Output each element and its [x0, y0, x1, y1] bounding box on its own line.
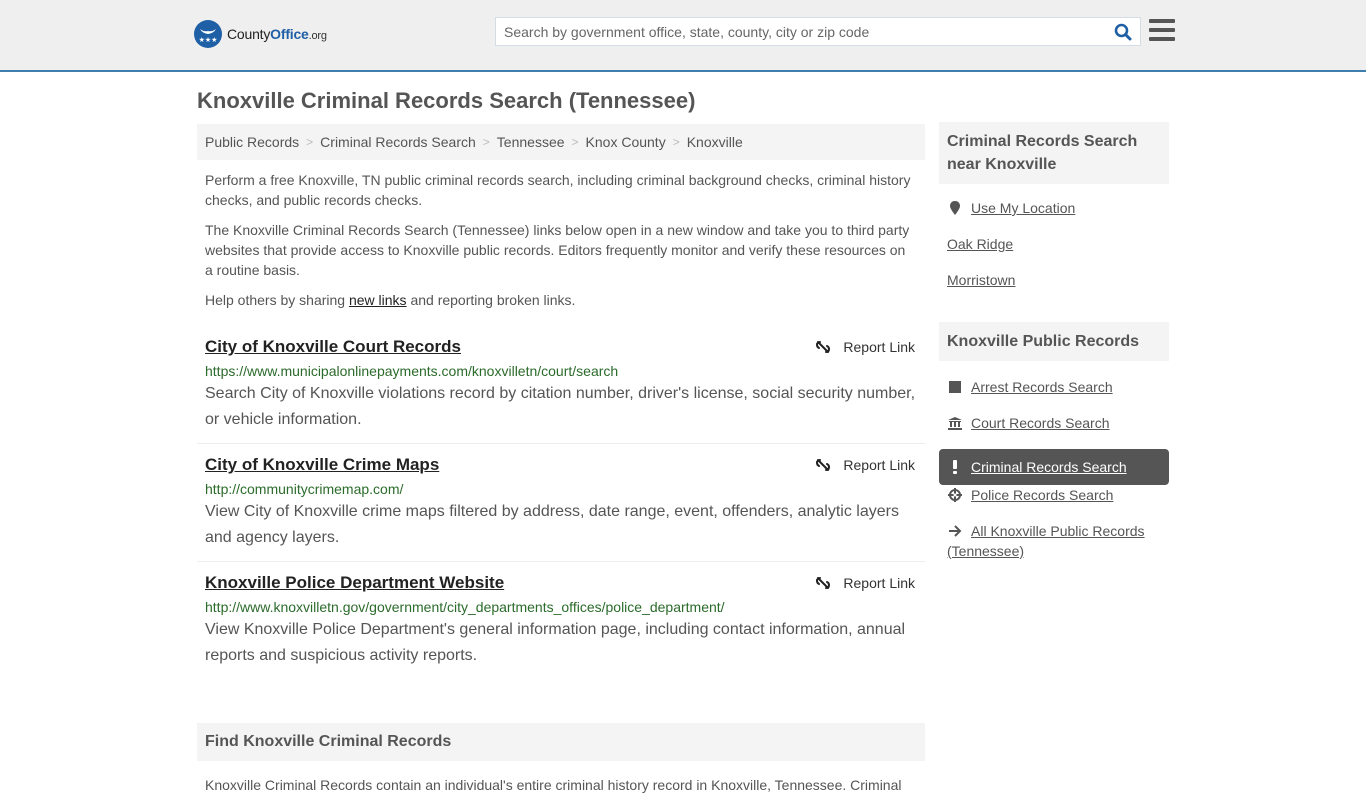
report-link-button[interactable]: Report Link — [815, 339, 915, 355]
result-title-link[interactable]: City of Knoxville Court Records — [205, 336, 461, 358]
results-list: City of Knoxville Court Records Report L… — [197, 326, 925, 679]
public-records-heading: Knoxville Public Records — [939, 322, 1169, 361]
search-button[interactable] — [1106, 18, 1140, 45]
sidebar-item-police-records[interactable]: Police Records Search — [939, 485, 1169, 521]
result-item: City of Knoxville Court Records Report L… — [197, 326, 925, 444]
sidebar: Criminal Records Search near Knoxville U… — [939, 122, 1169, 561]
breadcrumb-separator: > — [306, 135, 314, 149]
page-title: Knoxville Criminal Records Search (Tenne… — [197, 88, 696, 113]
sidebar-item-criminal-records[interactable]: Criminal Records Search — [939, 449, 1169, 485]
intro: Perform a free Knoxville, TN public crim… — [197, 170, 925, 310]
map-marker-icon — [947, 198, 963, 218]
main-content: Public Records > Criminal Records Search… — [197, 124, 925, 795]
result-url: http://www.knoxvilletn.gov/government/ci… — [205, 599, 725, 615]
search-icon — [1114, 23, 1132, 40]
svg-text:★★★: ★★★ — [199, 36, 218, 44]
share-paragraph: Help others by sharing new links and rep… — [205, 292, 576, 308]
broken-link-icon — [816, 459, 831, 471]
sidebar-item-morristown[interactable]: Morristown — [939, 270, 1169, 306]
hamburger-menu-icon[interactable] — [1149, 19, 1175, 43]
logo-name: County — [227, 26, 271, 42]
breadcrumb-separator: > — [672, 135, 680, 149]
arrow-right-icon — [947, 521, 963, 541]
search-input[interactable] — [496, 18, 1106, 45]
breadcrumb-knoxville[interactable]: Knoxville — [687, 134, 743, 150]
public-records-list: Arrest Records Search Court Records Sear… — [939, 377, 1169, 561]
result-description: Search City of Knoxville violations reco… — [205, 385, 916, 428]
breadcrumb-public-records[interactable]: Public Records — [205, 134, 299, 150]
sidebar-item-oak-ridge[interactable]: Oak Ridge — [939, 234, 1169, 270]
courthouse-icon — [947, 413, 963, 433]
sidebar-item-use-my-location[interactable]: Use My Location — [939, 198, 1169, 234]
breadcrumb-tennessee[interactable]: Tennessee — [497, 134, 565, 150]
crosshair-icon — [947, 485, 963, 505]
breadcrumb-knox-county[interactable]: Knox County — [586, 134, 666, 150]
result-url: http://communitycrimemap.com/ — [205, 481, 404, 497]
breadcrumb-separator: > — [571, 135, 579, 149]
eagle-logo-icon: ★★★ — [194, 20, 222, 48]
intro-paragraph: The Knoxville Criminal Records Search (T… — [205, 222, 910, 278]
broken-link-icon — [816, 577, 831, 589]
broken-link-icon — [816, 341, 831, 353]
result-item: City of Knoxville Crime Maps Report Link… — [197, 444, 925, 562]
report-link-button[interactable]: Report Link — [815, 575, 915, 591]
result-url: https://www.municipalonlinepayments.com/… — [205, 363, 619, 379]
new-links-link[interactable]: new links — [349, 292, 407, 308]
nearby-list: Use My Location Oak Ridge Morristown — [939, 198, 1169, 306]
result-description: View City of Knoxville crime maps filter… — [205, 503, 899, 546]
intro-paragraph: Perform a free Knoxville, TN public crim… — [205, 172, 911, 208]
sidebar-item-arrest-records[interactable]: Arrest Records Search — [939, 377, 1169, 413]
find-heading: Find Knoxville Criminal Records — [197, 723, 925, 761]
nearby-heading: Criminal Records Search near Knoxville — [939, 122, 1169, 184]
report-link-button[interactable]: Report Link — [815, 457, 915, 473]
site-header: ★★★ CountyOffice.org — [0, 0, 1366, 72]
find-text: Knoxville Criminal Records contain an in… — [205, 777, 902, 793]
sidebar-item-court-records[interactable]: Court Records Search — [939, 413, 1169, 449]
square-icon — [947, 377, 963, 397]
search-bar — [495, 17, 1141, 46]
breadcrumb-separator: > — [482, 135, 490, 149]
breadcrumb-criminal-records-search[interactable]: Criminal Records Search — [320, 134, 476, 150]
logo-tld: .org — [308, 30, 327, 42]
sidebar-item-all-public-records[interactable]: All Knoxville Public Records (Tennessee) — [939, 521, 1169, 561]
result-item: Knoxville Police Department Website Repo… — [197, 562, 925, 679]
breadcrumb: Public Records > Criminal Records Search… — [197, 124, 925, 160]
result-title-link[interactable]: Knoxville Police Department Website — [205, 572, 504, 594]
result-title-link[interactable]: City of Knoxville Crime Maps — [205, 454, 439, 476]
result-description: View Knoxville Police Department's gener… — [205, 621, 906, 664]
site-logo[interactable]: ★★★ CountyOffice.org — [194, 20, 327, 48]
exclamation-icon — [947, 457, 963, 477]
logo-accent: Office — [270, 26, 309, 42]
